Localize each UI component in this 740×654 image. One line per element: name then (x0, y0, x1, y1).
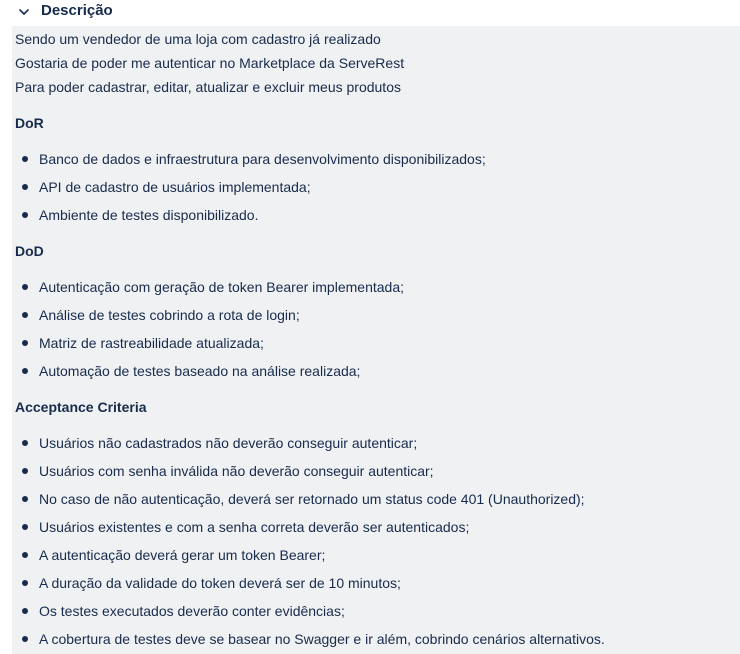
story-line: Gostaria de poder me autenticar no Marke… (15, 55, 405, 71)
bullet-icon (22, 368, 28, 374)
list-item: A autenticação deverá gerar um token Bea… (22, 546, 325, 564)
bullet-icon (22, 340, 28, 346)
bullet-icon (22, 440, 28, 446)
acceptance-criteria-heading: Acceptance Criteria (15, 399, 147, 415)
bullet-icon (22, 312, 28, 318)
bullet-icon (22, 284, 28, 290)
dod-heading: DoD (15, 243, 44, 259)
section-header[interactable]: Descrição (0, 0, 740, 24)
story-line: Sendo um vendedor de uma loja com cadast… (15, 31, 381, 47)
bullet-icon (22, 468, 28, 474)
list-item: Usuários com senha inválida não deverão … (22, 462, 434, 480)
story-line: Para poder cadastrar, editar, atualizar … (15, 79, 401, 95)
bullet-icon (22, 156, 28, 162)
dor-heading: DoR (15, 115, 44, 131)
list-item: Usuários existentes e com a senha corret… (22, 518, 469, 536)
list-item: Matriz de rastreabilidade atualizada; (22, 334, 264, 352)
list-item: A cobertura de testes deve se basear no … (22, 630, 605, 648)
bullet-icon (22, 608, 28, 614)
bullet-icon (22, 552, 28, 558)
list-item: API de cadastro de usuários implementada… (22, 178, 311, 196)
list-item: Automação de testes baseado na análise r… (22, 362, 360, 380)
chevron-down-icon[interactable] (16, 4, 32, 20)
list-item: Usuários não cadastrados não deverão con… (22, 434, 417, 452)
list-item: Os testes executados deverão conter evid… (22, 602, 345, 620)
bullet-icon (22, 184, 28, 190)
list-item: Ambiente de testes disponibilizado. (22, 206, 258, 224)
list-item: Banco de dados e infraestrutura para des… (22, 150, 486, 168)
bullet-icon (22, 636, 28, 642)
list-item: No caso de não autenticação, deverá ser … (22, 490, 585, 508)
list-item: Análise de testes cobrindo a rota de log… (22, 306, 300, 324)
bullet-icon (22, 212, 28, 218)
description-panel: Sendo um vendedor de uma loja com cadast… (12, 26, 740, 654)
bullet-icon (22, 580, 28, 586)
list-item: Autenticação com geração de token Bearer… (22, 278, 404, 296)
bullet-icon (22, 496, 28, 502)
bullet-icon (22, 524, 28, 530)
list-item: A duração da validade do token deverá se… (22, 574, 401, 592)
section-title: Descrição (41, 2, 113, 19)
